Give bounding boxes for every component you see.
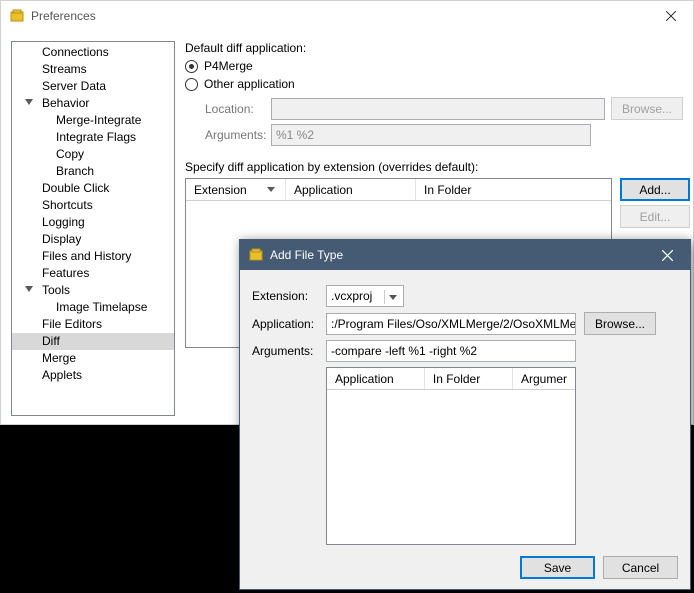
app-icon	[9, 8, 25, 24]
tree-item[interactable]: Branch	[12, 163, 174, 180]
save-button[interactable]: Save	[520, 556, 595, 579]
edit-button: Edit...	[620, 205, 690, 228]
tree-item[interactable]: Integrate Flags	[12, 129, 174, 146]
radio-label: P4Merge	[204, 59, 253, 73]
tree-item[interactable]: Streams	[12, 61, 174, 78]
application-input[interactable]: :/Program Files/Oso/XMLMerge/2/OsoXMLMer…	[326, 313, 576, 335]
col-folder[interactable]: In Folder	[416, 179, 611, 200]
tree-item[interactable]: Merge	[12, 350, 174, 367]
tree-item[interactable]: Shortcuts	[12, 197, 174, 214]
tree-item[interactable]: Merge-Integrate	[12, 112, 174, 129]
dialog-table[interactable]: Application In Folder Argumer	[326, 367, 576, 545]
tree-item[interactable]: Server Data	[12, 78, 174, 95]
tree-item[interactable]: Applets	[12, 367, 174, 384]
default-app-label: Default diff application:	[185, 41, 683, 55]
extension-combo[interactable]: .vcxproj	[326, 285, 404, 307]
radio-icon	[185, 60, 198, 73]
arguments-label: Arguments:	[252, 344, 318, 358]
table-header: Extension Application In Folder	[186, 179, 611, 201]
radio-p4merge[interactable]: P4Merge	[185, 59, 683, 73]
extension-value: .vcxproj	[331, 289, 372, 303]
cancel-button[interactable]: Cancel	[603, 556, 678, 579]
location-input	[271, 98, 605, 120]
dialog-title: Add File Type	[270, 248, 645, 262]
preferences-tree[interactable]: ConnectionsStreamsServer DataBehaviorMer…	[11, 41, 175, 416]
tree-item[interactable]: Display	[12, 231, 174, 248]
col-application[interactable]: Application	[327, 368, 425, 389]
tree-item[interactable]: Behavior	[12, 95, 174, 112]
application-label: Application:	[252, 317, 318, 331]
col-arguments[interactable]: Argumer	[513, 368, 575, 389]
tree-item[interactable]: Logging	[12, 214, 174, 231]
tree-item[interactable]: Image Timelapse	[12, 299, 174, 316]
radio-label: Other application	[204, 77, 295, 91]
tree-item[interactable]: Double Click	[12, 180, 174, 197]
dialog-close-button[interactable]	[645, 240, 690, 270]
col-application[interactable]: Application	[286, 179, 416, 200]
arguments-label: Arguments:	[205, 128, 265, 142]
arguments-input: %1 %2	[271, 124, 591, 146]
location-label: Location:	[205, 102, 265, 116]
radio-icon	[185, 78, 198, 91]
radio-other[interactable]: Other application	[185, 77, 683, 91]
extension-label: Extension:	[252, 289, 318, 303]
tree-item[interactable]: Files and History	[12, 248, 174, 265]
tree-item[interactable]: Copy	[12, 146, 174, 163]
dialog-titlebar: Add File Type	[240, 240, 690, 270]
tree-item[interactable]: Tools	[12, 282, 174, 299]
close-button[interactable]	[648, 1, 693, 31]
tree-item[interactable]: Features	[12, 265, 174, 282]
dialog-icon	[248, 247, 264, 263]
browse-button: Browse...	[611, 97, 683, 120]
window-title: Preferences	[31, 9, 648, 23]
arguments-input[interactable]: -compare -left %1 -right %2	[326, 340, 576, 362]
titlebar: Preferences	[1, 1, 693, 31]
col-extension[interactable]: Extension	[186, 179, 286, 200]
tree-item[interactable]: Diff	[12, 333, 174, 350]
col-folder[interactable]: In Folder	[425, 368, 513, 389]
add-file-type-dialog: Add File Type Extension: .vcxproj Applic…	[239, 239, 691, 590]
chevron-down-icon	[389, 295, 397, 300]
specify-label: Specify diff application by extension (o…	[185, 160, 683, 174]
dialog-table-header: Application In Folder Argumer	[327, 368, 575, 390]
tree-item[interactable]: File Editors	[12, 316, 174, 333]
tree-item[interactable]: Connections	[12, 44, 174, 61]
browse-button[interactable]: Browse...	[584, 312, 656, 335]
add-button[interactable]: Add...	[620, 178, 690, 201]
